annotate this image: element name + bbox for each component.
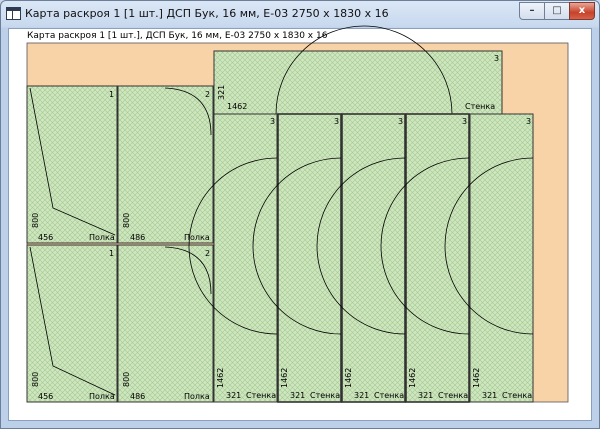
part-length: 1462 <box>216 368 225 388</box>
part-length: 1462 <box>472 368 481 388</box>
part-name: Стенка <box>246 391 276 400</box>
part-length: 321 <box>217 85 226 100</box>
part-length: 1462 <box>408 368 417 388</box>
part-p3t[interactable]: 3 1462 321 Стенка <box>213 25 503 115</box>
part-p2b[interactable]: 2 486 800 Полка <box>117 244 214 403</box>
part-name: Стенка <box>502 391 532 400</box>
part-width: 486 <box>130 392 145 401</box>
part-name: Полка <box>89 233 115 242</box>
part-qty: 1 <box>109 249 114 258</box>
part-qty: 2 <box>205 90 210 99</box>
part-qty: 3 <box>526 117 531 126</box>
part-p1a[interactable]: 1 456 800 Полка <box>26 85 118 244</box>
part-width: 321 <box>418 391 433 400</box>
part-length: 1462 <box>280 368 289 388</box>
part-width: 321 <box>482 391 497 400</box>
cutting-sheet-drawing: 3 1462 321 Стенка 1 456 800 Полка 1 456 … <box>26 25 569 403</box>
part-name: Стенка <box>374 391 404 400</box>
part-name: Полка <box>89 392 115 401</box>
part-qty: 2 <box>205 249 210 258</box>
part-width: 321 <box>354 391 369 400</box>
part-qty: 3 <box>334 117 339 126</box>
part-qty: 1 <box>109 90 114 99</box>
part-qty: 3 <box>462 117 467 126</box>
part-length: 800 <box>122 213 131 228</box>
part-width: 321 <box>226 391 241 400</box>
part-width: 486 <box>130 233 145 242</box>
part-qty: 3 <box>398 117 403 126</box>
part-name: Стенка <box>310 391 340 400</box>
part-width: 321 <box>290 391 305 400</box>
part-width: 456 <box>38 392 53 401</box>
part-width: 456 <box>38 233 53 242</box>
part-qty: 3 <box>494 54 499 63</box>
part-qty: 3 <box>270 117 275 126</box>
part-name: Полка <box>184 392 210 401</box>
part-length: 800 <box>122 372 131 387</box>
part-length: 800 <box>31 372 40 387</box>
part-width: 1462 <box>227 102 247 111</box>
part-p1b[interactable]: 1 456 800 Полка <box>26 244 118 403</box>
part-name: Стенка <box>465 102 495 111</box>
part-length: 1462 <box>344 368 353 388</box>
part-p2a[interactable]: 2 486 800 Полка <box>117 85 214 244</box>
part-name: Стенка <box>438 391 468 400</box>
part-name: Полка <box>184 233 210 242</box>
part-length: 800 <box>31 213 40 228</box>
